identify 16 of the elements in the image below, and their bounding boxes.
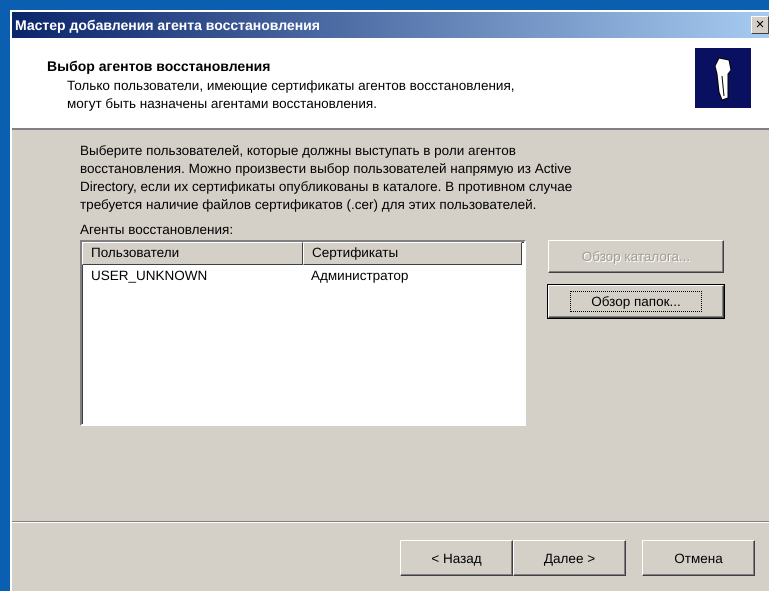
page-subtitle: Только пользователи, имеющие сертификаты агентов восстановления, могут быть назначены агентами восстановления.	[67, 77, 516, 113]
close-button[interactable]: ×	[751, 16, 769, 34]
wizard-button[interactable]: Далее >	[513, 540, 626, 576]
table-cell-text: USER_UNKNOWN	[90, 268, 208, 283]
column-header[interactable]: Пользователи	[82, 242, 303, 265]
browse-button[interactable]: Обзор папок...	[548, 285, 724, 318]
description-text: Выберите пользователей, которые должны выступать в роли агентов восстановления. Можно произвести выбор пользователей напрямую из Active Directory, если их сертификаты опубликованы в каталоге. В противном случае требуется наличие файлов сертификатов (.cer) для этих пользователей.	[80, 142, 574, 214]
window-title: Мастер добавления агента восстановления	[15, 17, 321, 33]
list-label: Агенты восстановления:	[80, 222, 234, 237]
table-cell-text: Администратор	[310, 268, 410, 283]
page-title: Выбор агентов восстановления	[47, 58, 272, 74]
wizard-button[interactable]: Отмена	[642, 540, 755, 576]
agents-list[interactable]: Пользователи Сертификаты USER_UNKNOWN Администратор	[80, 240, 526, 426]
wizard-button[interactable]: < Назад	[400, 540, 513, 576]
column-header[interactable]: Сертификаты	[303, 242, 522, 265]
user-figure-icon	[695, 48, 751, 108]
